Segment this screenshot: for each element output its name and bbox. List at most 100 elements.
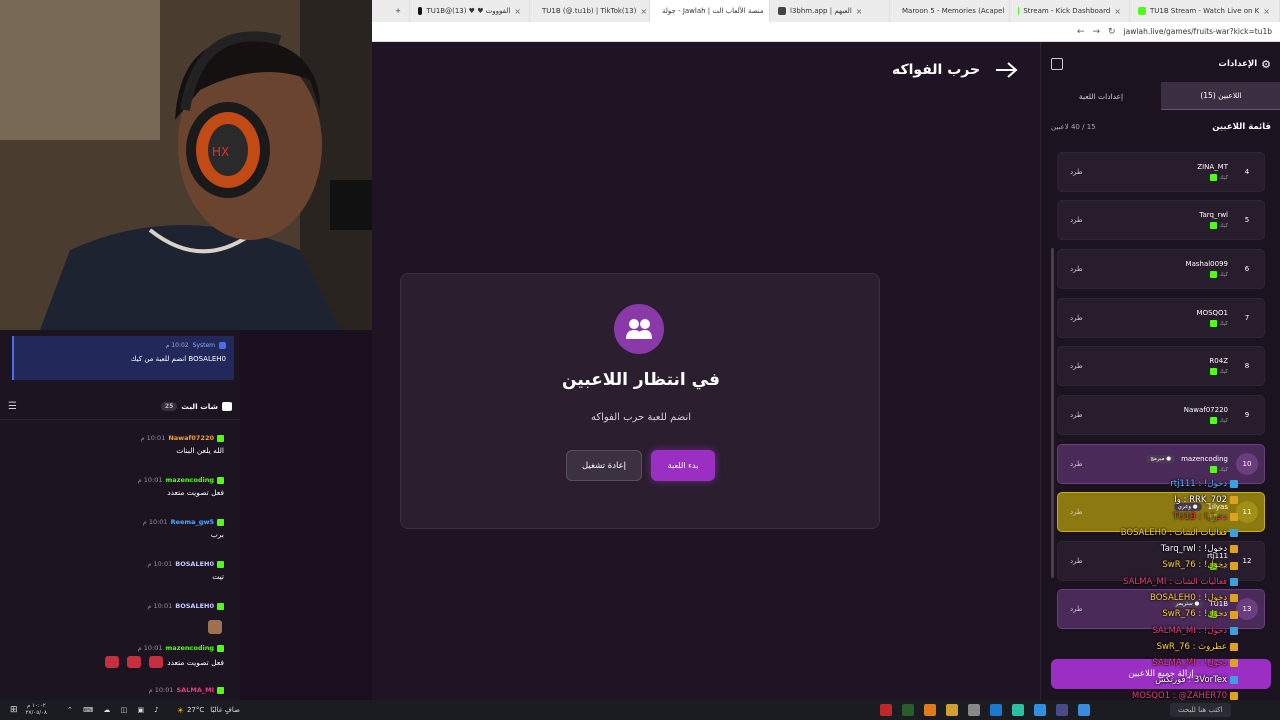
- start-game-button[interactable]: بدء اللعبة: [651, 450, 715, 481]
- chat-username[interactable]: BOSALEH0: [175, 602, 214, 610]
- overlay-text: دخول! : SALMA_MI: [1152, 625, 1227, 636]
- tab-label: TU1B Stream - Watch Live on K: [1150, 7, 1260, 15]
- edge-icon[interactable]: [989, 704, 1002, 716]
- browser-tab[interactable]: Stream - Kick Dashboard ×: [1010, 0, 1130, 22]
- kick-player-button[interactable]: طرد: [1070, 168, 1083, 176]
- tray-icons[interactable]: ⌃ ⌨ ☁ ◫ ▣ ♪: [67, 706, 163, 714]
- overlay-text: RRK_702 : وا: [1174, 495, 1227, 506]
- chrome-icon[interactable]: [967, 704, 980, 716]
- app-icon[interactable]: [1011, 704, 1024, 716]
- overlay-chat-line: دخول! : SALMA_MI: [1098, 623, 1238, 639]
- close-icon[interactable]: ×: [1114, 7, 1121, 16]
- browser-tab[interactable]: l3bhm.app | العبهم ×: [770, 0, 890, 22]
- chat-username[interactable]: Reema_gw5: [171, 518, 214, 526]
- back-arrow-icon[interactable]: [994, 62, 1018, 78]
- back-icon[interactable]: ←: [1077, 27, 1085, 37]
- tab-label: جولة - Jawlah | منصة الألعاب الت: [662, 7, 764, 15]
- platform-icon: [1230, 675, 1238, 684]
- emote-icon: [127, 656, 142, 668]
- chat-text: الله يلعن البنات: [176, 446, 224, 455]
- chat-menu-icon[interactable]: ☰: [8, 401, 17, 412]
- browser-tab[interactable]: TU1B (@.tu1b) | TikTok(13) ×: [530, 0, 650, 22]
- kick-icon: [1210, 466, 1218, 473]
- overlay-text: دخول! : BOSALEH0: [1150, 593, 1227, 604]
- taskbar-search[interactable]: اكتب هنا للبحث: [1169, 703, 1231, 717]
- chat-time: 10:01 م: [140, 434, 166, 442]
- overlay-text: دخول! : SALMA_MI: [1152, 658, 1227, 669]
- player-name: R04Z: [1209, 357, 1228, 365]
- folder-icon[interactable]: [945, 704, 958, 716]
- kick-icon: [217, 518, 224, 526]
- kick-icon: [217, 686, 224, 694]
- kick-player-button[interactable]: طرد: [1070, 314, 1083, 322]
- chat-message: mazencoding 10:01 م فعل تصويت متعدد: [0, 476, 240, 497]
- overlay-text: عطروث : SwR_76: [1156, 641, 1227, 652]
- restart-button[interactable]: إعادة تشغيل: [566, 450, 642, 481]
- tab-label: Stream - Kick Dashboard: [1023, 7, 1111, 15]
- kick-player-button[interactable]: طرد: [1070, 411, 1083, 419]
- reload-icon[interactable]: ↻: [1108, 27, 1116, 37]
- kick-player-button[interactable]: طرد: [1070, 460, 1083, 468]
- chat-time: 10:01 م: [137, 476, 163, 484]
- app-icon[interactable]: [1077, 704, 1090, 716]
- clock-time: ١٠:٠٢ م: [26, 703, 46, 709]
- player-number: 11: [1236, 501, 1258, 523]
- kick-icon: [1210, 271, 1218, 278]
- forward-icon[interactable]: →: [1093, 27, 1101, 37]
- chat-count: 25: [160, 402, 178, 411]
- player-number: 5: [1244, 216, 1250, 224]
- overlay-chat-line: دخول! : BOSALEH0: [1098, 590, 1238, 606]
- tab-favicon-icon: [1018, 7, 1020, 15]
- overlay-chat-line: فعاليات الشات : SALMA_MI: [1098, 574, 1238, 590]
- player-name: Nawaf07220: [1183, 406, 1228, 414]
- overlay-text: دخول! : SwR_76: [1162, 609, 1227, 620]
- browser-tab[interactable]: TU1B@(13) ♥ ♥ الفوووت ×: [410, 0, 530, 22]
- start-icon[interactable]: ⊞: [10, 705, 18, 715]
- player-role-badge: ● مبرمج: [1146, 455, 1176, 463]
- app-icon[interactable]: [923, 704, 936, 716]
- chat-message: Reema_gw5 10:01 م برب: [0, 518, 240, 539]
- kick-icon: [1210, 222, 1218, 229]
- chat-username[interactable]: mazencoding: [166, 644, 214, 652]
- kick-player-button[interactable]: طرد: [1070, 605, 1083, 613]
- player-row: 8 R04Z كيك طرد: [1057, 346, 1265, 386]
- chat-text: برب: [210, 530, 224, 539]
- tab-label: Maroon 5 - Memories (Acapel: [902, 7, 1005, 15]
- app-icon[interactable]: [1055, 704, 1068, 716]
- app-icon[interactable]: [1033, 704, 1046, 716]
- new-tab-button[interactable]: +: [387, 0, 410, 22]
- browser-tab[interactable]: Maroon 5 - Memories (Acapel×: [890, 0, 1010, 22]
- browser-tab[interactable]: جولة - Jawlah | منصة الألعاب الت×: [650, 0, 770, 22]
- platform-icon: [1230, 480, 1238, 489]
- close-icon[interactable]: ×: [514, 7, 521, 16]
- close-icon[interactable]: ×: [856, 7, 863, 16]
- player-platform: كيك: [1219, 417, 1228, 424]
- platform-icon: [1230, 659, 1238, 668]
- kick-player-button[interactable]: طرد: [1070, 265, 1083, 273]
- chat-username[interactable]: BOSALEH0: [175, 560, 214, 568]
- chat-message: mazencoding 10:01 م فعل تصويت متعدد: [0, 644, 240, 668]
- player-platform: كيك: [1219, 466, 1228, 473]
- player-number: 7: [1244, 314, 1250, 322]
- app-icon[interactable]: [879, 704, 892, 716]
- platform-icon: [1230, 577, 1238, 586]
- close-icon[interactable]: ×: [1263, 7, 1270, 16]
- chat-username[interactable]: mazencoding: [166, 476, 214, 484]
- platform-icon: [1230, 692, 1238, 700]
- player-number: 6: [1244, 265, 1250, 273]
- kick-player-button[interactable]: طرد: [1070, 557, 1083, 565]
- url-field[interactable]: jawlah.live/games/fruits-war?kick=tu1b: [1124, 27, 1272, 36]
- chat-time: 10:01 م: [142, 518, 168, 526]
- kick-icon: [1210, 320, 1218, 327]
- app-icon[interactable]: [901, 704, 914, 716]
- player-platform: كيك: [1219, 368, 1228, 375]
- tab-label: l3bhm.app | العبهم: [790, 7, 852, 15]
- close-icon[interactable]: ×: [640, 7, 647, 16]
- kick-player-button[interactable]: طرد: [1070, 362, 1083, 370]
- kick-player-button[interactable]: طرد: [1070, 508, 1083, 516]
- avatar-emote: [208, 620, 222, 634]
- chat-username[interactable]: Nawaf07220: [168, 434, 214, 442]
- kick-player-button[interactable]: طرد: [1070, 216, 1083, 224]
- chat-username[interactable]: SALMA_MI: [177, 686, 215, 694]
- browser-tab[interactable]: TU1B Stream - Watch Live on K ×: [1130, 0, 1280, 22]
